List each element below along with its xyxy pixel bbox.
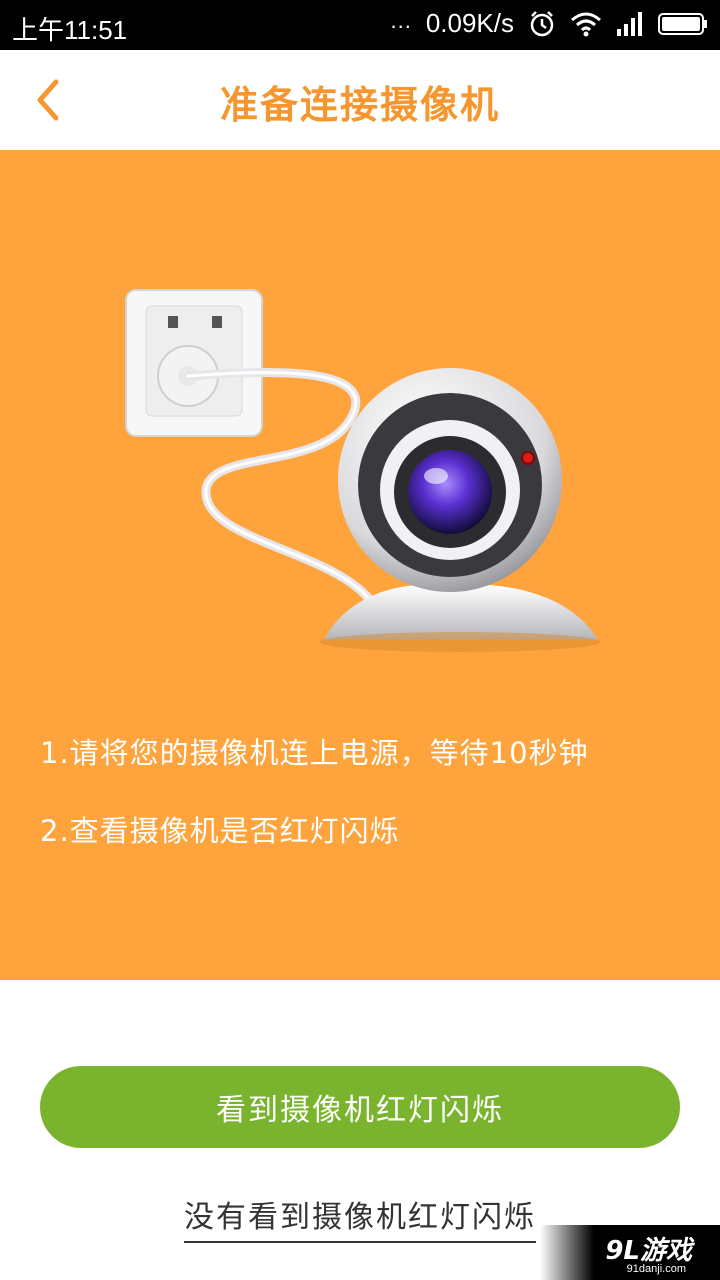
saw-red-light-button[interactable]: 看到摄像机红灯闪烁 bbox=[40, 1066, 680, 1148]
status-time: 上午11:51 bbox=[12, 15, 128, 45]
signal-icon bbox=[617, 11, 642, 36]
instruction-panel: 1.请将您的摄像机连上电源，等待10秒钟 2.查看摄像机是否红灯闪烁 bbox=[0, 150, 720, 980]
watermark-logo: 9L游戏 bbox=[605, 1236, 692, 1266]
watermark: 9L游戏 91danji.com bbox=[540, 1225, 720, 1280]
title-bar: 准备连接摄像机 bbox=[0, 50, 720, 151]
instruction-step-2: 2.查看摄像机是否红灯闪烁 bbox=[40, 814, 400, 848]
wifi-icon bbox=[571, 12, 601, 36]
page-title: 准备连接摄像机 bbox=[219, 83, 500, 127]
no-red-light-link[interactable]: 没有看到摄像机红灯闪烁 bbox=[184, 1200, 536, 1243]
status-bar: 上午11:51 ... 0.09K/s bbox=[0, 0, 720, 50]
watermark-url: 91danji.com bbox=[626, 1263, 686, 1275]
camera-outlet-illustration bbox=[125, 289, 600, 652]
network-speed: 0.09K/s bbox=[425, 8, 514, 38]
instruction-step-1: 1.请将您的摄像机连上电源，等待10秒钟 bbox=[40, 736, 589, 770]
status-right: ... 0.09K/s bbox=[390, 8, 708, 39]
status-dots: ... bbox=[390, 7, 412, 33]
alarm-icon bbox=[530, 10, 554, 36]
battery-icon bbox=[658, 12, 707, 35]
